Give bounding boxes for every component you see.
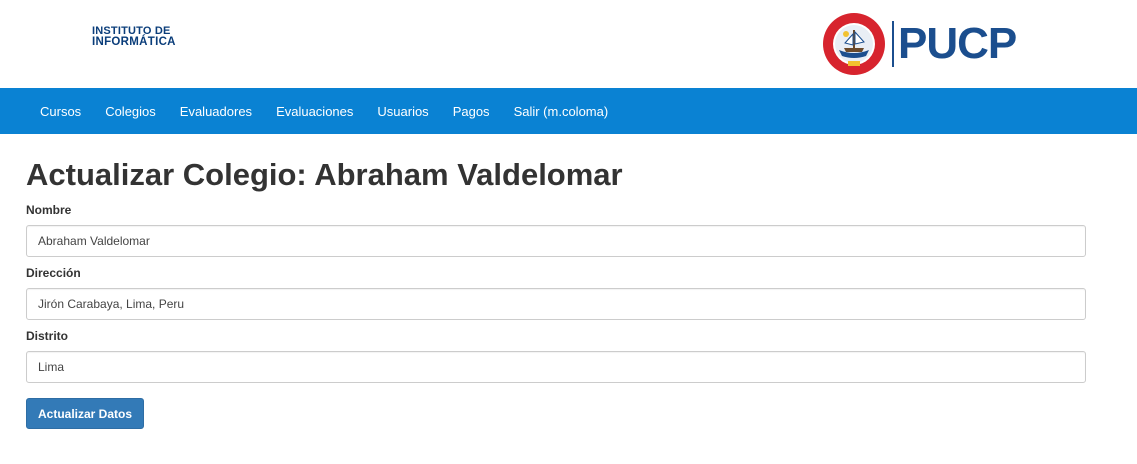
pucp-logo[interactable]: PUCP	[822, 12, 1017, 76]
update-data-button[interactable]: Actualizar Datos	[26, 398, 145, 429]
nav-item-evaluadores[interactable]: Evaluadores	[180, 104, 252, 119]
update-school-form: Nombre Dirección Distrito Actualizar Dat…	[26, 203, 1086, 429]
nombre-field[interactable]	[26, 225, 1086, 257]
pucp-seal-icon	[823, 13, 885, 75]
nav-item-pagos[interactable]: Pagos	[453, 104, 490, 119]
nav-item-colegios[interactable]: Colegios	[105, 104, 156, 119]
site-header: INSTITUTO DE INFORMÁTICA PUCP	[0, 0, 1137, 88]
institute-logo-line2: INFORMÁTICA	[92, 36, 176, 48]
direccion-field[interactable]	[26, 288, 1086, 320]
nav-item-cursos[interactable]: Cursos	[40, 104, 81, 119]
nav-item-usuarios[interactable]: Usuarios	[377, 104, 428, 119]
logo-divider	[892, 21, 894, 67]
pucp-wordmark: PUCP	[898, 19, 1017, 68]
page-title: Actualizar Colegio: Abraham Valdelomar	[26, 157, 623, 192]
instituto-informatica-logo[interactable]: INSTITUTO DE INFORMÁTICA	[92, 26, 176, 48]
distrito-field[interactable]	[26, 351, 1086, 383]
nav-item-evaluaciones[interactable]: Evaluaciones	[276, 104, 353, 119]
nav-item-logout[interactable]: Salir (m.coloma)	[514, 104, 609, 119]
distrito-label: Distrito	[26, 329, 68, 343]
direccion-label: Dirección	[26, 266, 81, 280]
nombre-label: Nombre	[26, 203, 72, 217]
main-content: Actualizar Colegio: Abraham Valdelomar N…	[26, 134, 1086, 429]
main-navbar: Cursos Colegios Evaluadores Evaluaciones…	[0, 88, 1137, 134]
